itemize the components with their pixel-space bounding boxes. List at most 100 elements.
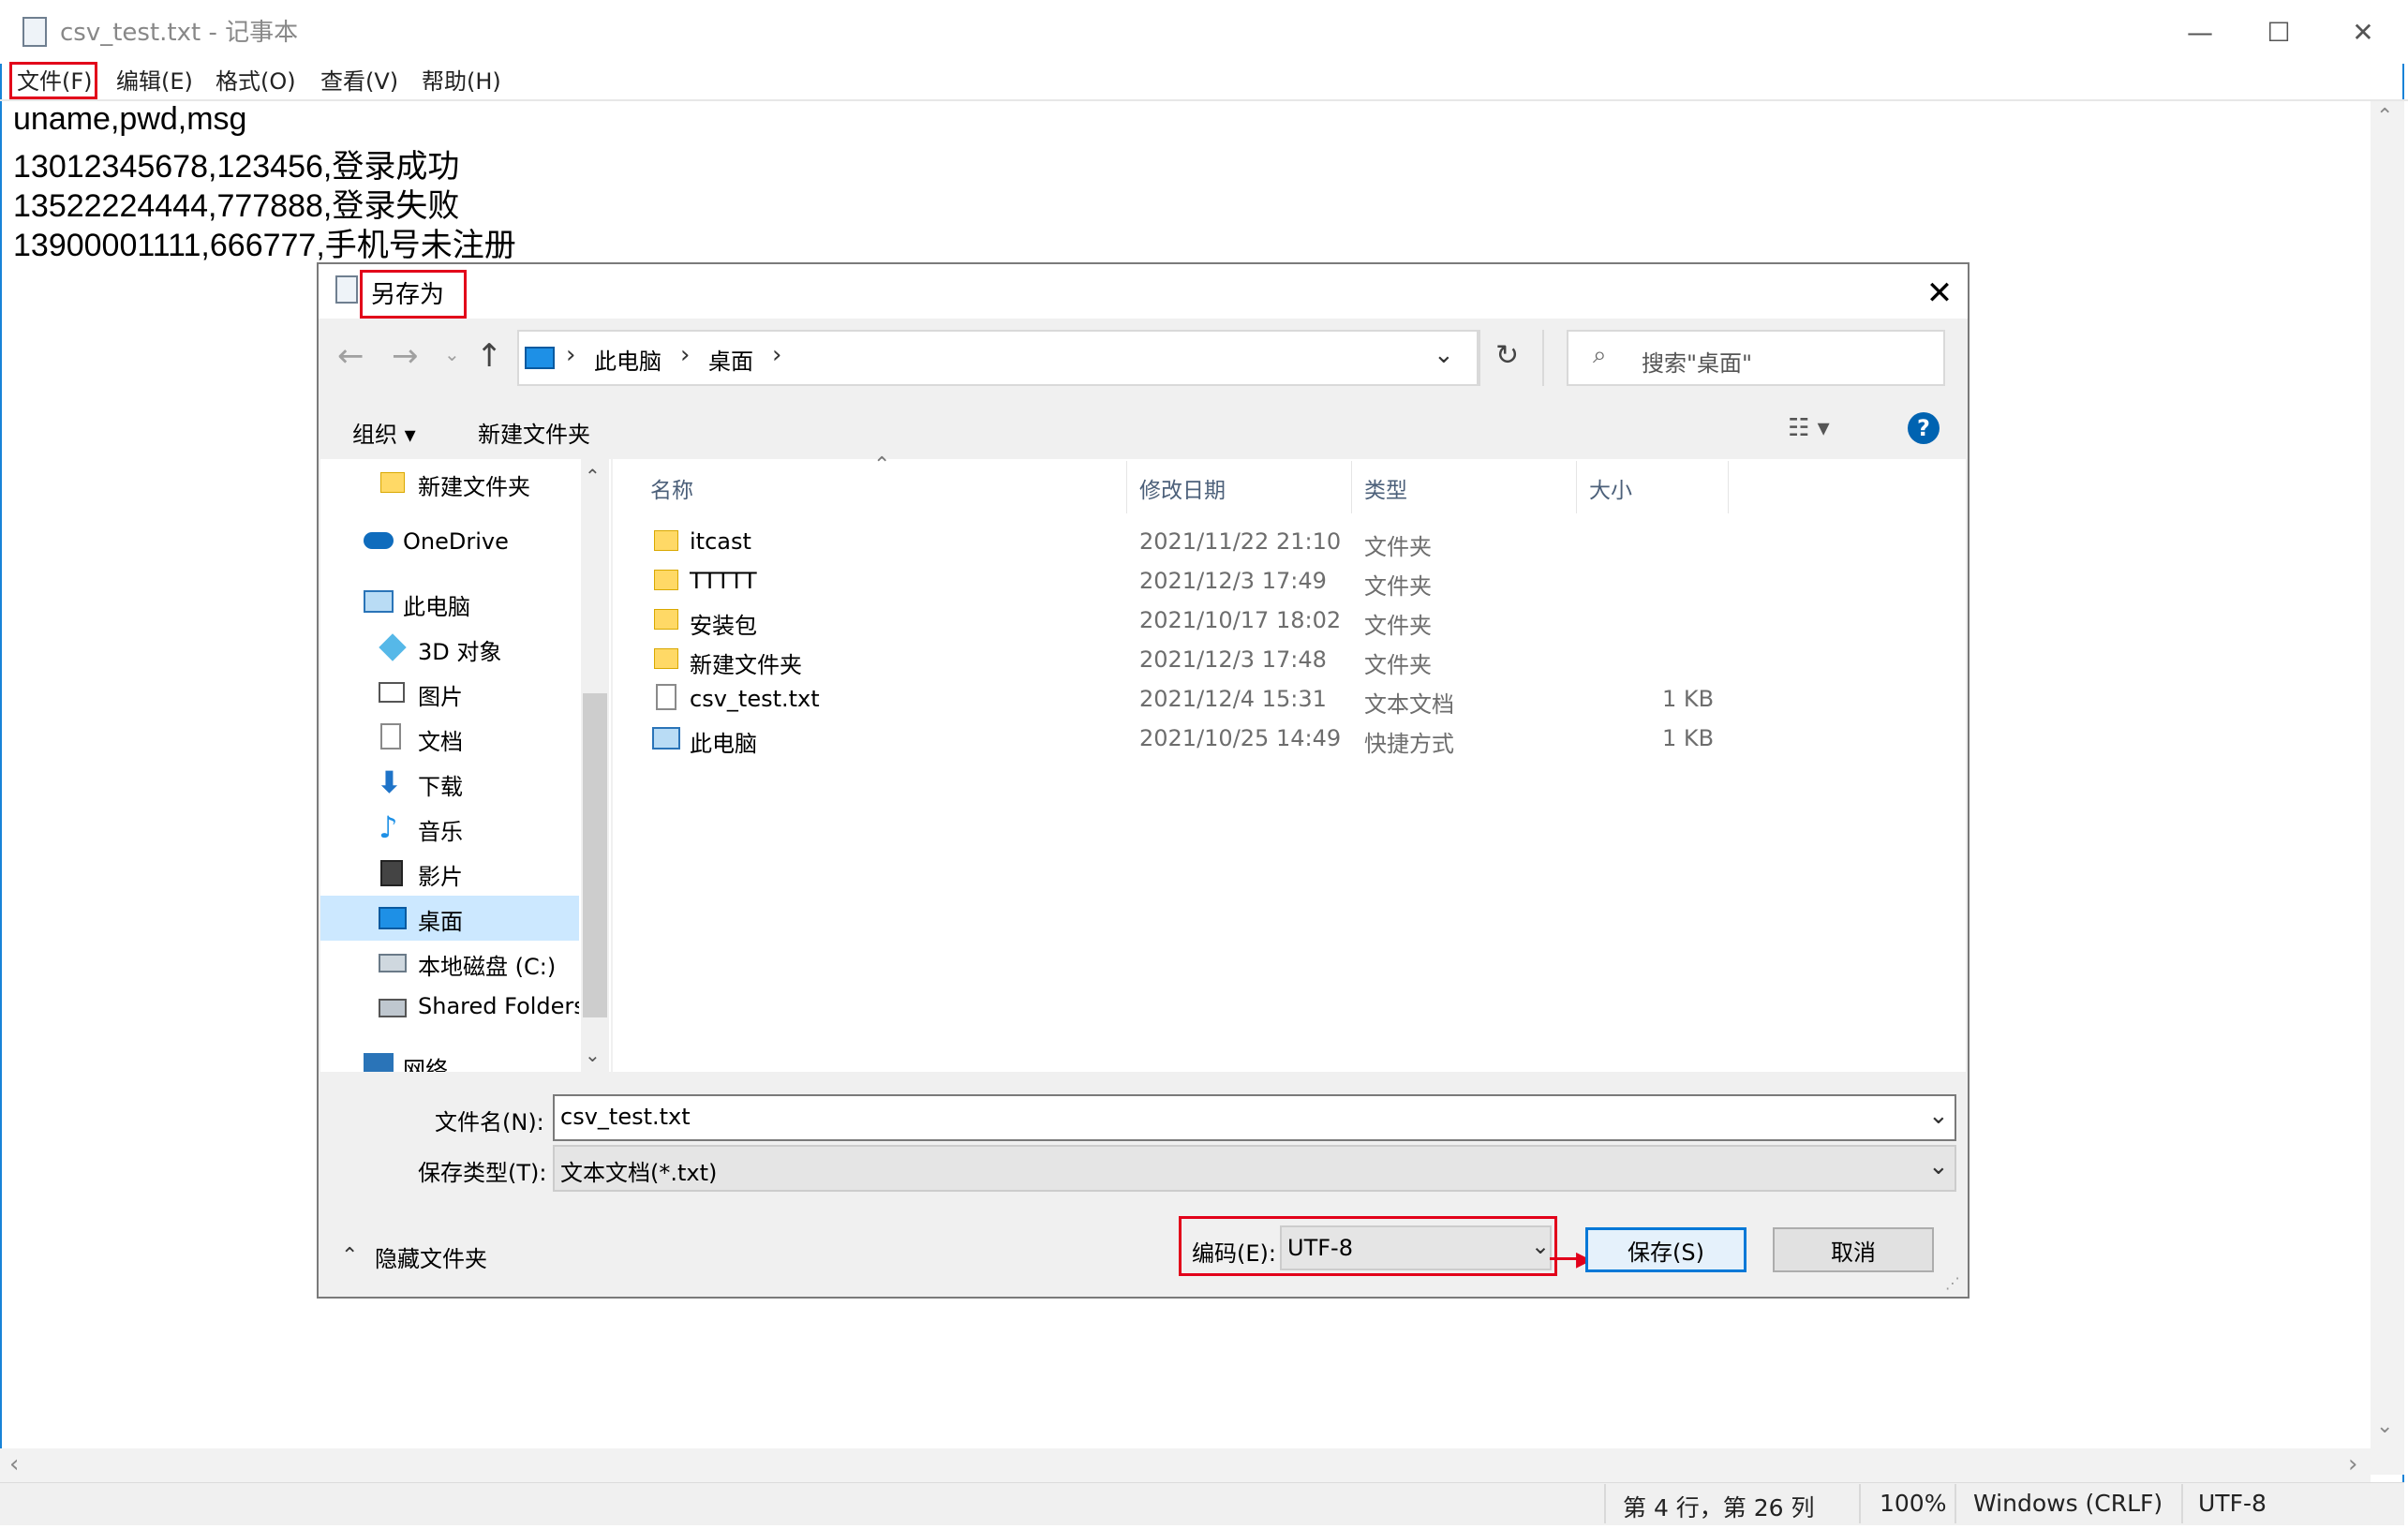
window-title: csv_test.txt - 记事本 (60, 19, 299, 47)
resize-grip-icon[interactable]: ⋰ (1945, 1274, 1960, 1292)
help-icon[interactable]: ? (1908, 412, 1940, 444)
file-name[interactable]: 新建文件夹 (690, 646, 802, 679)
file-type: 文本文档 (1364, 691, 1454, 718)
filename-input[interactable] (553, 1094, 1956, 1141)
status-position: 第 4 行，第 26 列 (1623, 1494, 1815, 1522)
back-arrow-icon[interactable]: ← (337, 337, 364, 375)
recent-locations-icon[interactable]: ⌄ (444, 343, 460, 365)
breadcrumb-desktop[interactable]: 桌面 (708, 343, 753, 376)
menu-file-highlight (9, 62, 97, 99)
notepad-icon (22, 17, 47, 47)
network-icon (364, 1053, 394, 1072)
vertical-scrollbar[interactable] (2371, 101, 2404, 1475)
file-name[interactable]: TTTTT (690, 568, 757, 594)
new-folder-button[interactable]: 新建文件夹 (478, 416, 590, 449)
nav-scroll-thumb[interactable] (583, 693, 607, 1017)
file-name[interactable]: csv_test.txt (690, 686, 820, 712)
scroll-up-icon[interactable]: ⌃ (2376, 105, 2393, 128)
file-type: 文件夹 (1364, 613, 1432, 639)
breadcrumb-separator: › (680, 341, 691, 369)
file-date: 2021/12/4 15:31 (1139, 686, 1327, 712)
column-divider[interactable] (1126, 461, 1127, 513)
shortcut-icon (652, 727, 680, 750)
filetype-value[interactable]: 文本文档(*.txt) (560, 1154, 717, 1187)
tree-item-onedrive[interactable]: OneDrive (403, 528, 509, 555)
dialog-titlebar (319, 264, 1968, 319)
cancel-button[interactable]: 取消 (1773, 1227, 1934, 1272)
filetype-select[interactable] (553, 1145, 1956, 1192)
video-icon (380, 860, 403, 886)
tree-item-this-pc[interactable]: 此电脑 (403, 588, 470, 621)
tree-item-network[interactable]: 网络 (403, 1051, 448, 1072)
tree-item-desktop[interactable]: 桌面 (418, 903, 463, 936)
column-divider[interactable] (1351, 461, 1352, 513)
menu-format[interactable]: 格式(O) (216, 66, 296, 97)
column-header-type[interactable]: 类型 (1364, 472, 1407, 504)
chevron-up-icon[interactable]: ⌃ (341, 1244, 358, 1268)
minimize-button[interactable]: — (2157, 0, 2243, 64)
filetype-dropdown-icon[interactable]: ⌄ (1928, 1152, 1949, 1180)
encoding-label: 编码(E): (1192, 1240, 1276, 1267)
nav-scroll-up-icon[interactable]: ⌃ (585, 465, 601, 487)
column-divider[interactable] (1576, 461, 1577, 513)
status-divider (2181, 1484, 2183, 1523)
close-button[interactable]: ✕ (2320, 0, 2406, 64)
up-arrow-icon[interactable]: ↑ (476, 337, 503, 375)
hide-folders-button[interactable]: 隐藏文件夹 (375, 1240, 487, 1273)
encoding-value[interactable]: UTF-8 (1287, 1235, 1353, 1261)
column-divider[interactable] (1728, 461, 1729, 513)
dialog-title-highlight (360, 270, 467, 319)
breadcrumb-this-pc[interactable]: 此电脑 (594, 343, 661, 376)
tree-item-videos[interactable]: 影片 (418, 858, 463, 891)
column-header-date[interactable]: 修改日期 (1139, 472, 1226, 504)
organize-button[interactable]: 组织 ▾ (352, 416, 416, 449)
file-name[interactable]: 此电脑 (690, 725, 757, 758)
folder-icon (654, 530, 678, 551)
scroll-down-icon[interactable]: ⌄ (2376, 1415, 2393, 1438)
scroll-left-icon[interactable]: ‹ (9, 1450, 19, 1478)
text-line[interactable]: uname,pwd,msg (13, 101, 246, 138)
tree-item-local-disk[interactable]: 本地磁盘 (C:) (418, 948, 556, 981)
folder-icon (654, 570, 678, 590)
scroll-right-icon[interactable]: › (2348, 1450, 2357, 1478)
view-options-icon[interactable]: ☷ ▾ (1788, 414, 1830, 442)
music-icon: ♪ (379, 809, 398, 845)
encoding-dropdown-icon[interactable]: ⌄ (1531, 1233, 1550, 1259)
address-dropdown-icon[interactable]: ⌄ (1434, 341, 1454, 369)
tree-item-shared-folders[interactable]: Shared Folders (418, 993, 579, 1019)
refresh-icon[interactable]: ↻ (1495, 339, 1519, 372)
menu-view[interactable]: 查看(V) (320, 66, 398, 97)
tree-item-documents[interactable]: 文档 (418, 723, 463, 756)
menu-help[interactable]: 帮助(H) (422, 66, 501, 97)
maximize-button[interactable]: ☐ (2236, 0, 2322, 64)
tree-item-3d-objects[interactable]: 3D 对象 (418, 633, 501, 666)
pictures-icon (379, 682, 405, 703)
search-input[interactable] (1567, 330, 1945, 386)
file-type: 文件夹 (1364, 652, 1432, 678)
desktop-icon (379, 907, 407, 929)
status-divider (1955, 1484, 1956, 1523)
tree-item-downloads[interactable]: 下载 (418, 768, 463, 801)
computer-icon (364, 590, 394, 613)
filename-value[interactable]: csv_test.txt (560, 1104, 691, 1130)
folder-icon (380, 472, 405, 493)
nav-scroll-down-icon[interactable]: ⌄ (585, 1044, 601, 1066)
column-header-name[interactable]: 名称 (650, 472, 693, 504)
save-button[interactable]: 保存(S) (1585, 1227, 1747, 1272)
file-name[interactable]: 安装包 (690, 607, 757, 640)
menu-edit[interactable]: 编辑(E) (116, 66, 193, 97)
forward-arrow-icon[interactable]: → (392, 337, 419, 375)
dialog-close-button[interactable]: ✕ (1915, 272, 1964, 315)
file-name[interactable]: itcast (690, 528, 751, 555)
column-header-size[interactable]: 大小 (1589, 472, 1632, 504)
drive-icon (379, 954, 407, 972)
horizontal-scrollbar[interactable] (0, 1448, 2371, 1482)
filename-dropdown-icon[interactable]: ⌄ (1928, 1102, 1949, 1130)
file-type: 快捷方式 (1364, 731, 1454, 757)
file-date: 2021/12/3 17:48 (1139, 646, 1327, 673)
text-line[interactable]: 13900001111,666777,手机号未注册 (13, 219, 516, 265)
tree-item-pictures[interactable]: 图片 (418, 678, 463, 711)
tree-item-music[interactable]: 音乐 (418, 813, 463, 846)
tree-item-new-folder[interactable]: 新建文件夹 (418, 468, 530, 501)
file-date: 2021/12/3 17:49 (1139, 568, 1327, 594)
